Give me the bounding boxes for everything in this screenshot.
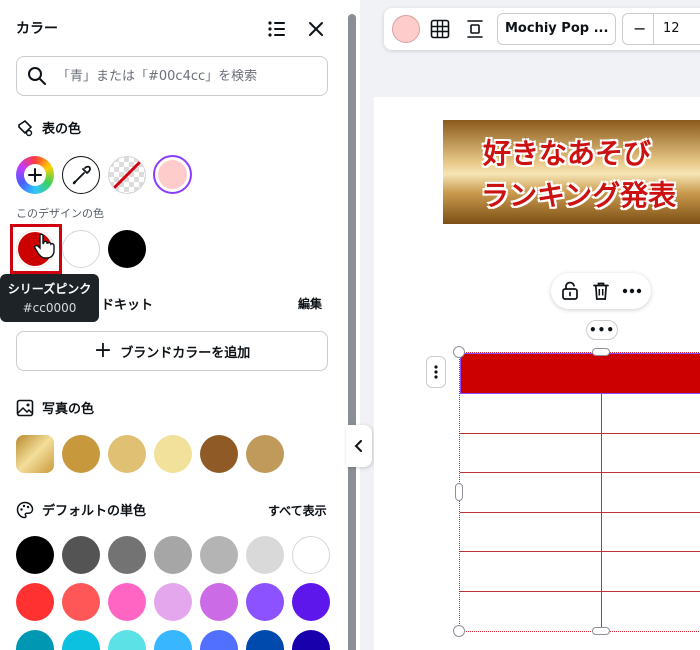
image-icon: [16, 399, 34, 416]
canvas-table[interactable]: [459, 352, 700, 632]
default-colors-header: デフォルトの単色: [16, 500, 146, 519]
title-banner-image[interactable]: 好きなあそび ランキング発表: [443, 120, 700, 224]
font-family-dropdown[interactable]: Mochiy Pop ...: [497, 13, 616, 45]
add-brand-color-button[interactable]: + ブランドカラーを追加: [16, 331, 328, 371]
default-color-swatch[interactable]: [200, 536, 238, 574]
photo-color-swatch[interactable]: [246, 435, 284, 473]
resize-handle-bottom-left[interactable]: [453, 625, 465, 637]
plus-icon: +: [93, 338, 113, 363]
eyedropper-icon: [72, 165, 91, 185]
text-color-button[interactable]: [392, 15, 420, 43]
resize-handle-left[interactable]: [455, 483, 463, 501]
photo-colors-label: 写真の色: [42, 402, 95, 417]
table-header-row[interactable]: [460, 353, 700, 394]
default-color-swatch[interactable]: [292, 630, 330, 650]
table-row-line: [460, 433, 700, 434]
brand-kit-edit-link[interactable]: 編集: [298, 295, 322, 312]
default-color-swatch[interactable]: [292, 536, 330, 574]
table-row-line: [460, 591, 700, 592]
default-color-swatch[interactable]: [200, 583, 238, 621]
hand-cursor-icon: [34, 233, 55, 259]
photo-color-swatch[interactable]: [200, 435, 238, 473]
more-options-icon[interactable]: [619, 278, 645, 304]
tooltip-color-hex: #cc0000: [22, 301, 77, 315]
default-color-swatch[interactable]: [246, 630, 284, 650]
font-size-divider: [653, 14, 654, 44]
close-icon[interactable]: [303, 16, 329, 42]
default-color-swatch[interactable]: [200, 630, 238, 650]
default-color-swatch[interactable]: [154, 536, 192, 574]
document-colors-label: 表の色: [42, 122, 82, 137]
plus-icon: [24, 164, 46, 186]
collapse-panel-button[interactable]: [346, 425, 372, 467]
default-color-swatch[interactable]: [108, 583, 146, 621]
default-colors-label: デフォルトの単色: [42, 504, 147, 519]
default-color-swatch[interactable]: [108, 536, 146, 574]
table-row-line: [460, 472, 700, 473]
add-color-swatch[interactable]: [16, 156, 54, 194]
row-options-button[interactable]: [426, 356, 446, 388]
default-color-swatch[interactable]: [16, 630, 54, 650]
paint-bucket-icon: [18, 119, 33, 136]
show-all-link[interactable]: すべて表示: [268, 502, 327, 519]
table-row-line: [460, 512, 700, 513]
color-search-box[interactable]: [16, 56, 328, 96]
document-colors-header: 表の色: [16, 118, 81, 137]
table-row-line: [460, 551, 700, 552]
font-size-decrease-button[interactable]: −: [633, 19, 646, 38]
add-brand-color-label: ブランドカラーを追加: [120, 345, 251, 361]
panel-scrollbar[interactable]: [348, 14, 356, 650]
resize-handle-top-left[interactable]: [453, 346, 465, 358]
table-more-button[interactable]: •••: [586, 320, 618, 340]
default-color-swatch[interactable]: [16, 583, 54, 621]
resize-handle-top[interactable]: [592, 348, 610, 356]
default-color-swatch[interactable]: [246, 583, 284, 621]
editor-toolbar: Mochiy Pop ... − 12: [384, 8, 700, 50]
chevron-left-icon: [354, 440, 362, 452]
default-color-swatch[interactable]: [62, 583, 100, 621]
element-floating-toolbar: [551, 273, 651, 309]
resize-handle-bottom[interactable]: [592, 627, 610, 635]
banner-text-line1: 好きなあそび: [483, 137, 652, 170]
lock-icon[interactable]: [557, 278, 583, 304]
default-color-swatch[interactable]: [62, 630, 100, 650]
photo-color-swatch[interactable]: [16, 435, 54, 473]
no-color-swatch[interactable]: [108, 156, 146, 194]
search-icon: [28, 67, 46, 85]
font-size-value[interactable]: 12: [663, 21, 680, 36]
spacing-icon[interactable]: [462, 16, 488, 42]
design-color-swatch-black[interactable]: [108, 230, 146, 268]
color-tooltip: シリーズピンク #cc0000: [0, 274, 99, 322]
brand-kit-label: ドキット: [101, 298, 154, 313]
banner-text-line2: ランキング発表: [481, 179, 677, 212]
table-column-line: [601, 394, 602, 632]
default-color-swatch[interactable]: [154, 583, 192, 621]
panel-title: カラー: [16, 21, 58, 37]
eyedropper-swatch[interactable]: [62, 156, 100, 194]
font-size-control: − 12: [622, 13, 700, 45]
default-color-swatch[interactable]: [292, 583, 330, 621]
color-search-input[interactable]: [57, 68, 307, 84]
tooltip-color-name: シリーズピンク: [7, 282, 92, 296]
table-grid-icon[interactable]: [427, 16, 453, 42]
palette-icon: [16, 501, 34, 518]
default-color-swatch[interactable]: [62, 536, 100, 574]
design-colors-label: このデザインの色: [16, 207, 104, 220]
photo-colors-header: 写真の色: [16, 398, 94, 417]
color-panel: カラー 表の色: [0, 0, 346, 650]
list-view-icon[interactable]: [264, 16, 290, 42]
default-color-swatch[interactable]: [108, 630, 146, 650]
photo-color-swatch[interactable]: [154, 435, 192, 473]
current-color-swatch[interactable]: [153, 155, 192, 194]
current-color-fill: [158, 160, 187, 189]
trash-icon[interactable]: [588, 278, 614, 304]
default-color-swatch[interactable]: [16, 536, 54, 574]
photo-color-swatch[interactable]: [108, 435, 146, 473]
design-color-swatch-white[interactable]: [62, 230, 100, 268]
photo-color-swatch[interactable]: [62, 435, 100, 473]
no-color-slash-icon: [112, 160, 142, 190]
default-color-swatch[interactable]: [154, 630, 192, 650]
vertical-dots-icon: [434, 365, 438, 379]
default-color-swatch[interactable]: [246, 536, 284, 574]
